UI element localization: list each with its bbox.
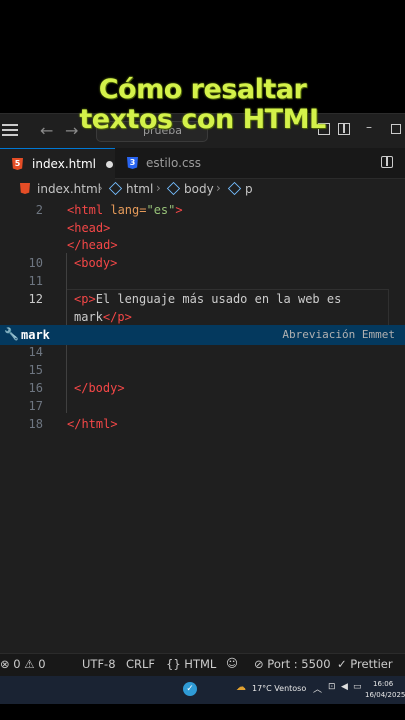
wrench-icon: 🔧 (4, 327, 19, 341)
tab-label: estilo.css (146, 156, 202, 170)
language-label: HTML (184, 657, 217, 671)
element-icon (108, 181, 123, 196)
split-editor-icon[interactable] (381, 156, 393, 168)
chevron-right-icon: › (156, 181, 161, 195)
code-token: lang= (110, 203, 147, 217)
code-token: <p> (74, 292, 96, 306)
language-selector[interactable]: {} HTML (166, 657, 216, 671)
tab-label: index.html (32, 157, 96, 171)
line-number: 10 (28, 256, 43, 270)
eol-selector[interactable]: CRLF (126, 657, 155, 671)
line-number: 17 (28, 399, 43, 413)
volume-icon[interactable]: ◀ (341, 682, 348, 692)
copilot-icon[interactable]: ☺ (226, 656, 238, 670)
battery-icon[interactable]: ▭ (353, 682, 362, 692)
windows-taskbar: ✓ ☁ 17°C Ventoso ︿ ⊡ ◀ ▭ 16:06 16/04/202… (0, 676, 405, 704)
code-token: El lenguaje más usado en la web es (95, 292, 342, 306)
element-icon (166, 181, 181, 196)
code-line: <p>El lenguaje más usado en la web es (74, 292, 341, 306)
encoding-selector[interactable]: UTF-8 (82, 657, 116, 671)
code-token: mark (74, 310, 103, 324)
code-line: </html> (67, 417, 118, 431)
prettier-label: Prettier (350, 657, 393, 671)
tab-estilo-css[interactable]: 3 estilo.css (115, 148, 225, 178)
network-icon[interactable]: ⊡ (328, 682, 336, 692)
line-number: 11 (28, 274, 43, 288)
line-number: 15 (28, 363, 43, 377)
error-count: 0 (13, 657, 21, 671)
weather-icon: ☁ (236, 682, 246, 693)
css3-icon: 3 (127, 157, 138, 169)
no-entry-icon: ⊘ (254, 657, 264, 671)
clock-time[interactable]: 16:06 (373, 680, 393, 688)
braces-icon: {} (166, 657, 181, 671)
line-number: 16 (28, 381, 43, 395)
breadcrumb-file[interactable]: index.html (37, 182, 101, 196)
problems-indicator[interactable]: ⊗ 0 ⚠ 0 (0, 657, 46, 671)
line-number: 2 (35, 203, 43, 217)
code-line: </body> (74, 381, 125, 395)
video-title-line-1: Cómo resaltar (98, 74, 307, 105)
code-token: <html (67, 203, 111, 217)
code-line: <head> (67, 221, 111, 235)
code-line: <body> (74, 256, 118, 270)
code-token: "es" (146, 203, 176, 217)
double-check-icon: ✓ (337, 657, 347, 671)
line-number: 18 (28, 417, 43, 431)
code-editor[interactable]: 2 <html lang="es"> <head> </head> 10 <bo… (0, 201, 405, 653)
code-line: <html lang="es"> (67, 203, 183, 217)
html5-icon (20, 183, 30, 194)
editor-tabs: 5 index.html 3 estilo.css (0, 148, 405, 179)
video-title-line-2: textos con HTML (79, 104, 326, 135)
suggestion-item[interactable]: 🔧 mark Abreviación Emmet (0, 325, 405, 345)
port-label: Port : 5500 (267, 657, 331, 671)
chevron-right-icon: › (98, 181, 103, 195)
line-number: 12 (28, 292, 43, 306)
chevron-up-icon[interactable]: ︿ (313, 682, 322, 695)
suggestion-label: mark (21, 328, 50, 342)
code-token: > (175, 203, 183, 217)
breadcrumb-item[interactable]: html (126, 182, 153, 196)
breadcrumb-item[interactable]: p (245, 182, 253, 196)
code-line: mark</p> (74, 310, 132, 324)
clock-date[interactable]: 16/04/2025 (365, 691, 405, 699)
breadcrumb-item[interactable]: body (184, 182, 214, 196)
code-token: </p> (102, 310, 132, 324)
chevron-right-icon: › (216, 181, 221, 195)
tab-index-html[interactable]: 5 index.html (0, 148, 115, 179)
weather-text[interactable]: 17°C Ventoso (252, 684, 306, 693)
warning-count: 0 (38, 657, 46, 671)
prettier-status[interactable]: ✓ Prettier (337, 657, 393, 671)
code-line: </head> (67, 238, 118, 252)
app-icon[interactable]: ✓ (183, 682, 197, 696)
breadcrumb: index.html › html › body › p (0, 179, 405, 201)
live-server-port[interactable]: ⊘ Port : 5500 (254, 657, 331, 671)
element-icon (227, 181, 242, 196)
suggestion-detail: Abreviación Emmet (282, 328, 395, 341)
line-number: 14 (28, 345, 43, 359)
status-bar: ⊗ 0 ⚠ 0 UTF-8 CRLF {} HTML ☺ ⊘ Port : 55… (0, 653, 405, 676)
unsaved-dot-icon[interactable] (105, 160, 113, 168)
html5-icon: 5 (12, 158, 23, 170)
